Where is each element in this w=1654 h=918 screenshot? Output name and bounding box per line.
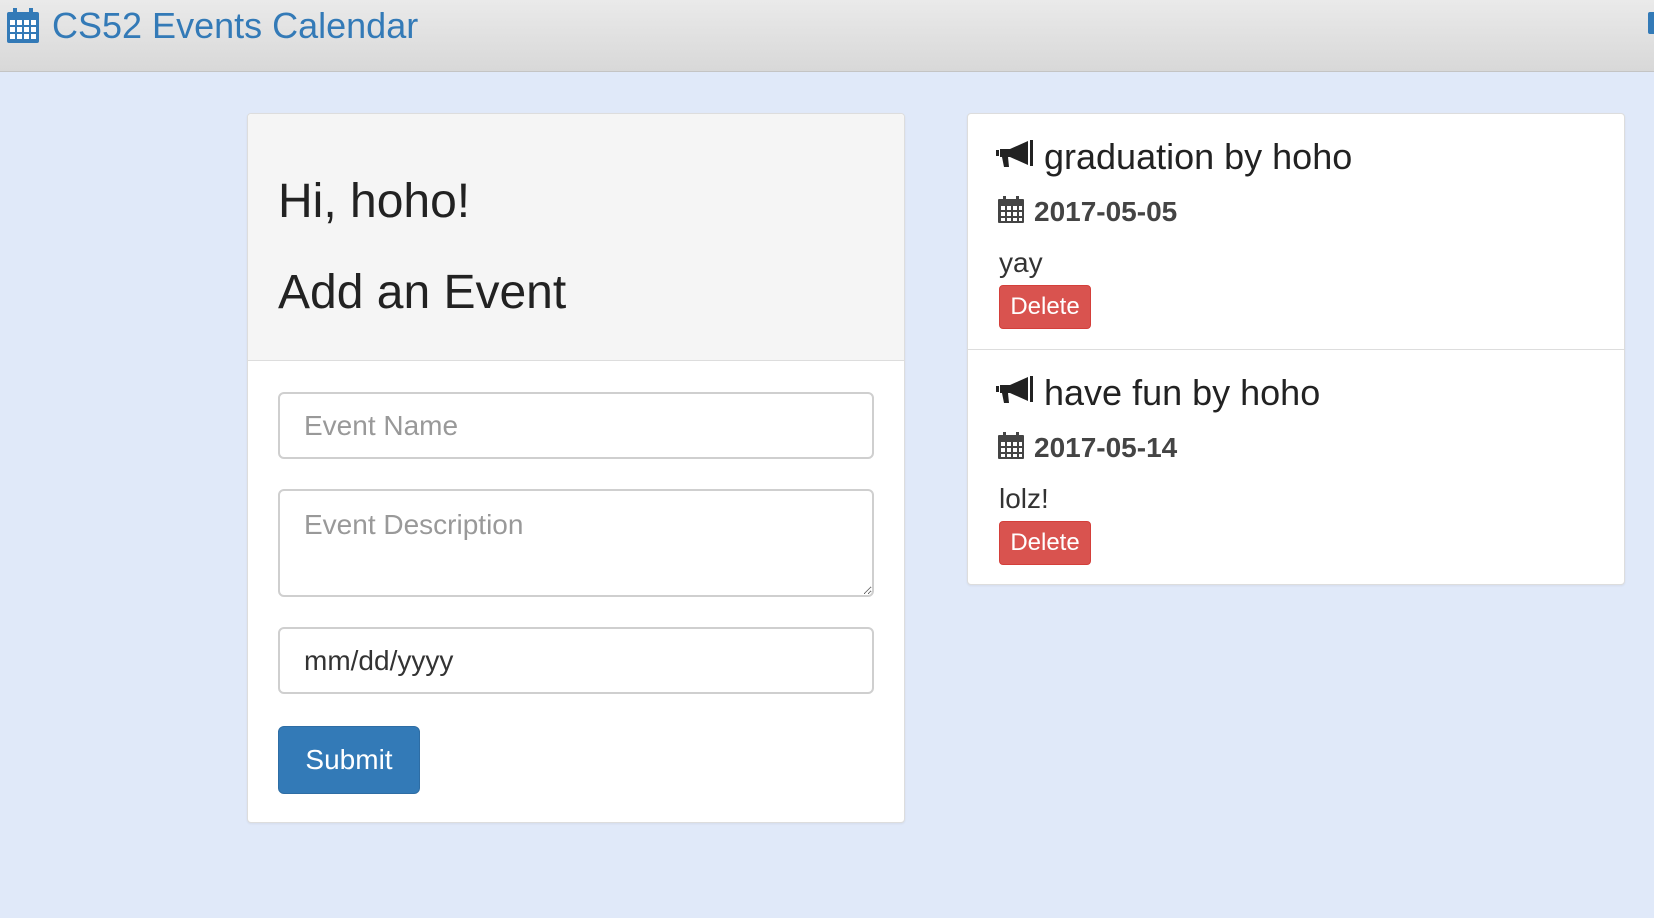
delete-button[interactable]: Delete [999, 285, 1091, 329]
event-item: graduation by hoho 2017-05-05 yay Delete [968, 114, 1624, 350]
navbar: CS52 Events Calendar [0, 0, 1654, 72]
events-list-panel: graduation by hoho 2017-05-05 yay Delete [967, 113, 1625, 585]
calendar-icon [998, 196, 1024, 228]
event-name-input[interactable] [278, 392, 874, 459]
event-date: 2017-05-05 [1034, 196, 1178, 227]
brand-link[interactable]: CS52 Events Calendar [6, 4, 418, 48]
event-description: lolz! [999, 483, 1049, 514]
add-event-heading: Add an Event [278, 266, 567, 319]
megaphone-icon [996, 139, 1034, 176]
event-date: 2017-05-14 [1034, 432, 1178, 463]
add-event-form: Submit [248, 361, 904, 823]
delete-button[interactable]: Delete [999, 521, 1091, 565]
megaphone-icon [996, 375, 1034, 412]
add-event-panel: Hi, hoho! Add an Event Submit [247, 113, 905, 823]
event-item: have fun by hoho 2017-05-14 lolz! Delete [968, 349, 1624, 585]
event-date-input[interactable] [278, 627, 874, 694]
event-title: have fun by hoho [1044, 372, 1321, 413]
event-description-textarea[interactable] [278, 489, 874, 597]
navbar-edge-link[interactable] [1648, 12, 1654, 34]
event-title: graduation by hoho [1044, 136, 1353, 177]
add-event-panel-header: Hi, hoho! Add an Event [248, 114, 904, 361]
calendar-icon [6, 8, 40, 44]
submit-button[interactable]: Submit [278, 726, 420, 794]
calendar-icon [998, 432, 1024, 464]
brand-text: CS52 Events Calendar [52, 5, 419, 46]
greeting-heading: Hi, hoho! [278, 175, 471, 228]
event-description: yay [999, 247, 1043, 278]
